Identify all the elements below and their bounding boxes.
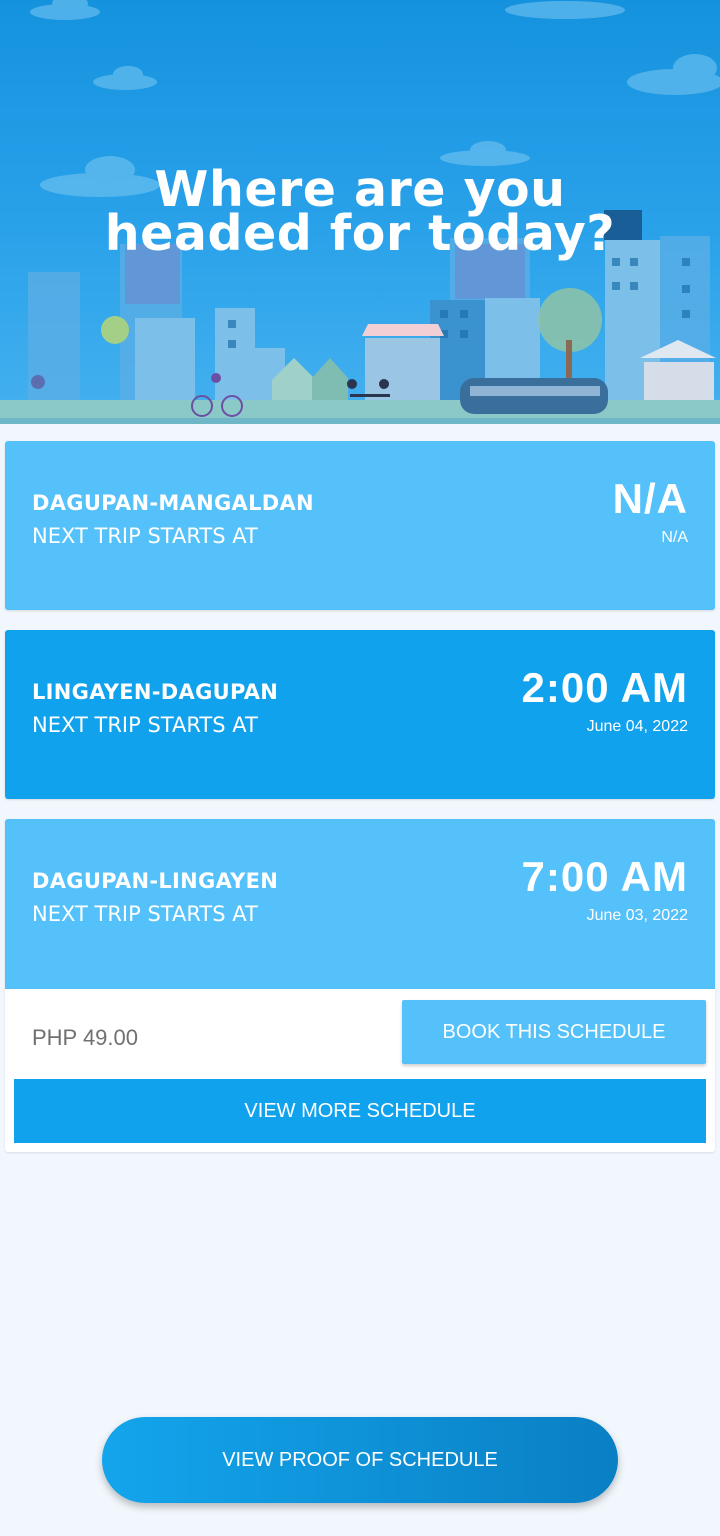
- book-schedule-button[interactable]: BOOK THIS SCHEDULE: [402, 1000, 706, 1064]
- trip-date: N/A: [661, 529, 688, 546]
- trip-date: June 03, 2022: [586, 907, 688, 924]
- next-trip-label: NEXT TRIP STARTS AT: [32, 902, 258, 926]
- hero-title: Where are you headed for today?: [0, 165, 720, 262]
- view-more-schedule-button[interactable]: VIEW MORE SCHEDULE: [14, 1079, 706, 1143]
- trip-time: N/A: [612, 475, 688, 522]
- schedule-details-panel: PHP 49.00 BOOK THIS SCHEDULE VIEW MORE S…: [5, 989, 715, 1152]
- next-trip-label: NEXT TRIP STARTS AT: [32, 713, 258, 737]
- hero-title-line2: headed for today?: [104, 205, 616, 262]
- view-proof-of-schedule-button[interactable]: VIEW PROOF OF SCHEDULE: [102, 1417, 618, 1503]
- fare-price: PHP 49.00: [32, 1025, 139, 1050]
- next-trip-label: NEXT TRIP STARTS AT: [32, 524, 258, 548]
- trip-time: 7:00 AM: [521, 853, 688, 900]
- route-name: LINGAYEN-DAGUPAN: [32, 680, 279, 704]
- trip-time: 2:00 AM: [521, 664, 688, 711]
- schedule-card[interactable]: DAGUPAN-MANGALDAN NEXT TRIP STARTS AT N/…: [5, 441, 715, 610]
- schedule-card-selected[interactable]: DAGUPAN-LINGAYEN NEXT TRIP STARTS AT 7:0…: [5, 819, 715, 989]
- route-name: DAGUPAN-MANGALDAN: [32, 491, 314, 515]
- schedule-card[interactable]: LINGAYEN-DAGUPAN NEXT TRIP STARTS AT 2:0…: [5, 630, 715, 799]
- trip-date: June 04, 2022: [586, 718, 688, 735]
- route-name: DAGUPAN-LINGAYEN: [32, 869, 279, 893]
- hero-banner: Where are you headed for today?: [0, 0, 720, 424]
